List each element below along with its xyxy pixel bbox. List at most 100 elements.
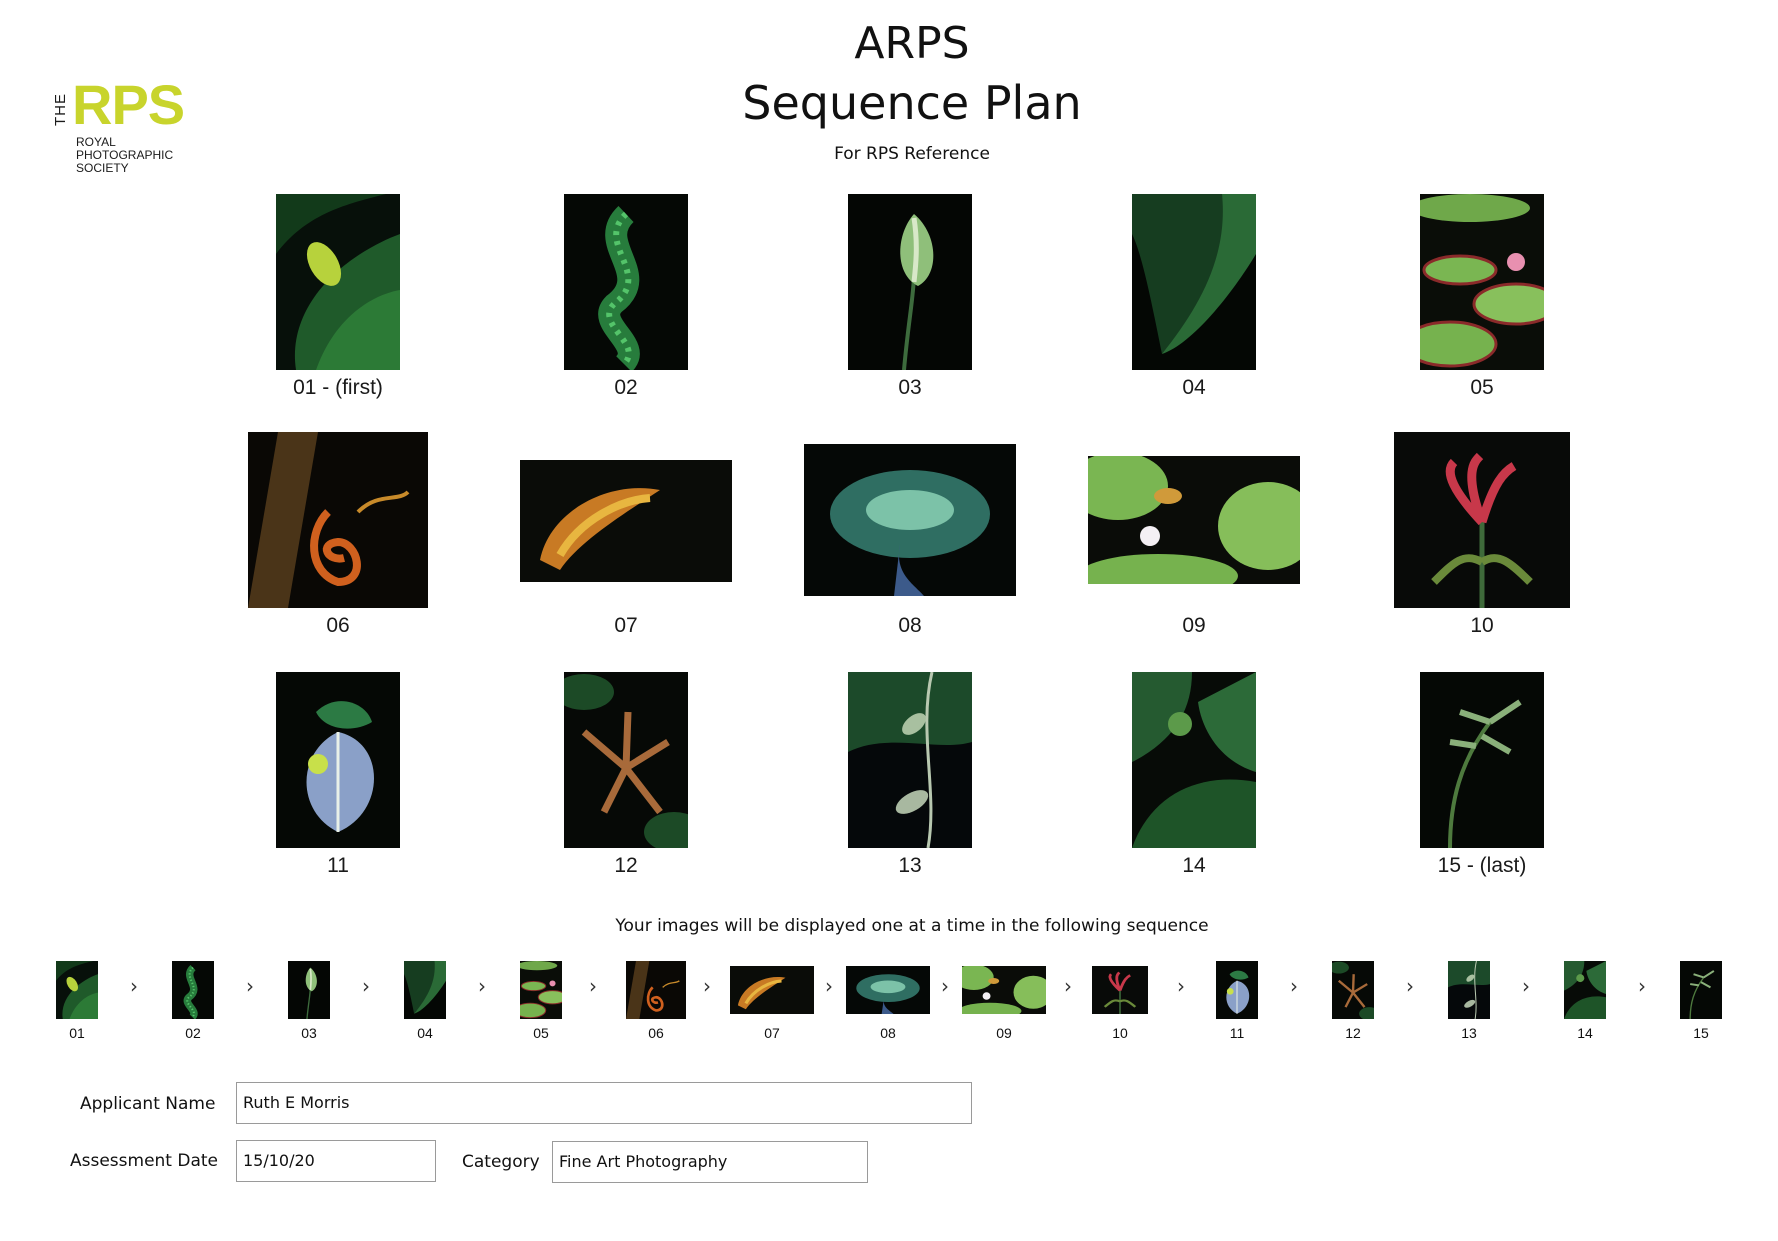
- caption-04: 04: [1182, 376, 1206, 399]
- sapling-photo: [1420, 672, 1544, 848]
- folded-leaf-photo: [1132, 194, 1256, 370]
- sequence-label-14: 14: [1577, 1025, 1593, 1041]
- stem-leaves-photo: [1448, 961, 1490, 1019]
- red-bloom-photo: [1092, 966, 1148, 1014]
- spathe-flower-photo: [288, 961, 330, 1019]
- image-03: [848, 194, 972, 370]
- applicant-name-label: Applicant Name: [80, 1094, 216, 1114]
- lily-pads-photo: [520, 961, 562, 1019]
- image-14: [1132, 672, 1256, 848]
- red-bloom-photo: [1394, 432, 1570, 608]
- sequence-thumb-11: [1216, 961, 1258, 1019]
- sequence-arrow-icon: ›: [941, 974, 949, 998]
- sequence-label-02: 02: [185, 1025, 201, 1041]
- leaf-rosette-photo: [564, 672, 688, 848]
- image-12: [564, 672, 688, 848]
- caption-10: 10: [1470, 614, 1494, 637]
- sequence-arrow-icon: ›: [1177, 974, 1185, 998]
- sequence-thumb-06: [626, 961, 686, 1019]
- sequence-thumb-01: [56, 961, 98, 1019]
- sequence-arrow-icon: ›: [478, 974, 486, 998]
- caption-03: 03: [898, 376, 922, 399]
- sequence-arrow-icon: ›: [1406, 974, 1414, 998]
- sequence-thumb-10: [1092, 966, 1148, 1014]
- caption-05: 05: [1470, 376, 1494, 399]
- rps-reference-note: For RPS Reference: [834, 144, 990, 164]
- curled-leaf-photo: [1132, 672, 1256, 848]
- assessment-date-field[interactable]: 15/10/20: [236, 1140, 436, 1182]
- image-06: [248, 432, 428, 608]
- sequence-arrow-icon: ›: [130, 974, 138, 998]
- sequence-label-08: 08: [880, 1025, 896, 1041]
- image-07: [520, 460, 732, 582]
- sequence-arrow-icon: ›: [362, 974, 370, 998]
- caption-08: 08: [898, 614, 922, 637]
- water-lily-photo: [1088, 456, 1300, 584]
- sequence-label-03: 03: [301, 1025, 317, 1041]
- lily-pads-photo: [1420, 194, 1544, 370]
- sequence-label-09: 09: [996, 1025, 1012, 1041]
- stem-leaves-photo: [848, 672, 972, 848]
- sequence-label-05: 05: [533, 1025, 549, 1041]
- sequence-thumb-04: [404, 961, 446, 1019]
- image-01: [276, 194, 400, 370]
- sequence-arrow-icon: ›: [825, 974, 833, 998]
- caption-13: 13: [898, 854, 922, 877]
- variegated-leaf-photo: [1216, 961, 1258, 1019]
- category-field[interactable]: Fine Art Photography: [552, 1141, 868, 1183]
- caption-14: 14: [1182, 854, 1206, 877]
- orange-tendril-photo: [248, 432, 428, 608]
- caption-07: 07: [614, 614, 638, 637]
- fern-frond-photo: [564, 194, 688, 370]
- sequence-arrow-icon: ›: [1638, 974, 1646, 998]
- sequence-note: Your images will be displayed one at a t…: [615, 916, 1209, 936]
- sequence-arrow-icon: ›: [1522, 974, 1530, 998]
- applicant-name-field[interactable]: Ruth E Morris: [236, 1082, 972, 1124]
- orange-bloom-photo: [520, 460, 732, 582]
- teal-flower-photo: [804, 444, 1016, 596]
- caption-11: 11: [327, 854, 349, 877]
- sequence-label-01: 01: [69, 1025, 85, 1041]
- sapling-photo: [1680, 961, 1722, 1019]
- spathe-flower-photo: [848, 194, 972, 370]
- image-04: [1132, 194, 1256, 370]
- sequence-arrow-icon: ›: [589, 974, 597, 998]
- image-09: [1088, 456, 1300, 584]
- sequence-thumb-07: [730, 966, 814, 1014]
- sequence-label-15: 15: [1693, 1025, 1709, 1041]
- sequence-thumb-14: [1564, 961, 1606, 1019]
- sequence-thumb-03: [288, 961, 330, 1019]
- sequence-label-10: 10: [1112, 1025, 1128, 1041]
- sequence-thumb-15: [1680, 961, 1722, 1019]
- image-08: [804, 444, 1016, 596]
- calla-leaf-photo: [56, 961, 98, 1019]
- sequence-label-12: 12: [1345, 1025, 1361, 1041]
- category-label: Category: [462, 1152, 540, 1172]
- sequence-arrow-icon: ›: [703, 974, 711, 998]
- sequence-thumb-12: [1332, 961, 1374, 1019]
- curled-leaf-photo: [1564, 961, 1606, 1019]
- fern-frond-photo: [172, 961, 214, 1019]
- sequence-arrow-icon: ›: [1290, 974, 1298, 998]
- orange-bloom-photo: [730, 966, 814, 1014]
- sequence-label-04: 04: [417, 1025, 433, 1041]
- sequence-arrow-icon: ›: [246, 974, 254, 998]
- image-10: [1394, 432, 1570, 608]
- caption-02: 02: [614, 376, 638, 399]
- sequence-label-13: 13: [1461, 1025, 1477, 1041]
- image-02: [564, 194, 688, 370]
- image-13: [848, 672, 972, 848]
- sequence-thumb-02: [172, 961, 214, 1019]
- folded-leaf-photo: [404, 961, 446, 1019]
- caption-09: 09: [1182, 614, 1206, 637]
- variegated-leaf-photo: [276, 672, 400, 848]
- image-05: [1420, 194, 1544, 370]
- orange-tendril-photo: [626, 961, 686, 1019]
- caption-01: 01 - (first): [293, 376, 383, 399]
- caption-12: 12: [614, 854, 638, 877]
- caption-15: 15 - (last): [1437, 854, 1527, 877]
- image-11: [276, 672, 400, 848]
- caption-06: 06: [326, 614, 350, 637]
- sequence-label-06: 06: [648, 1025, 664, 1041]
- water-lily-photo: [962, 966, 1046, 1014]
